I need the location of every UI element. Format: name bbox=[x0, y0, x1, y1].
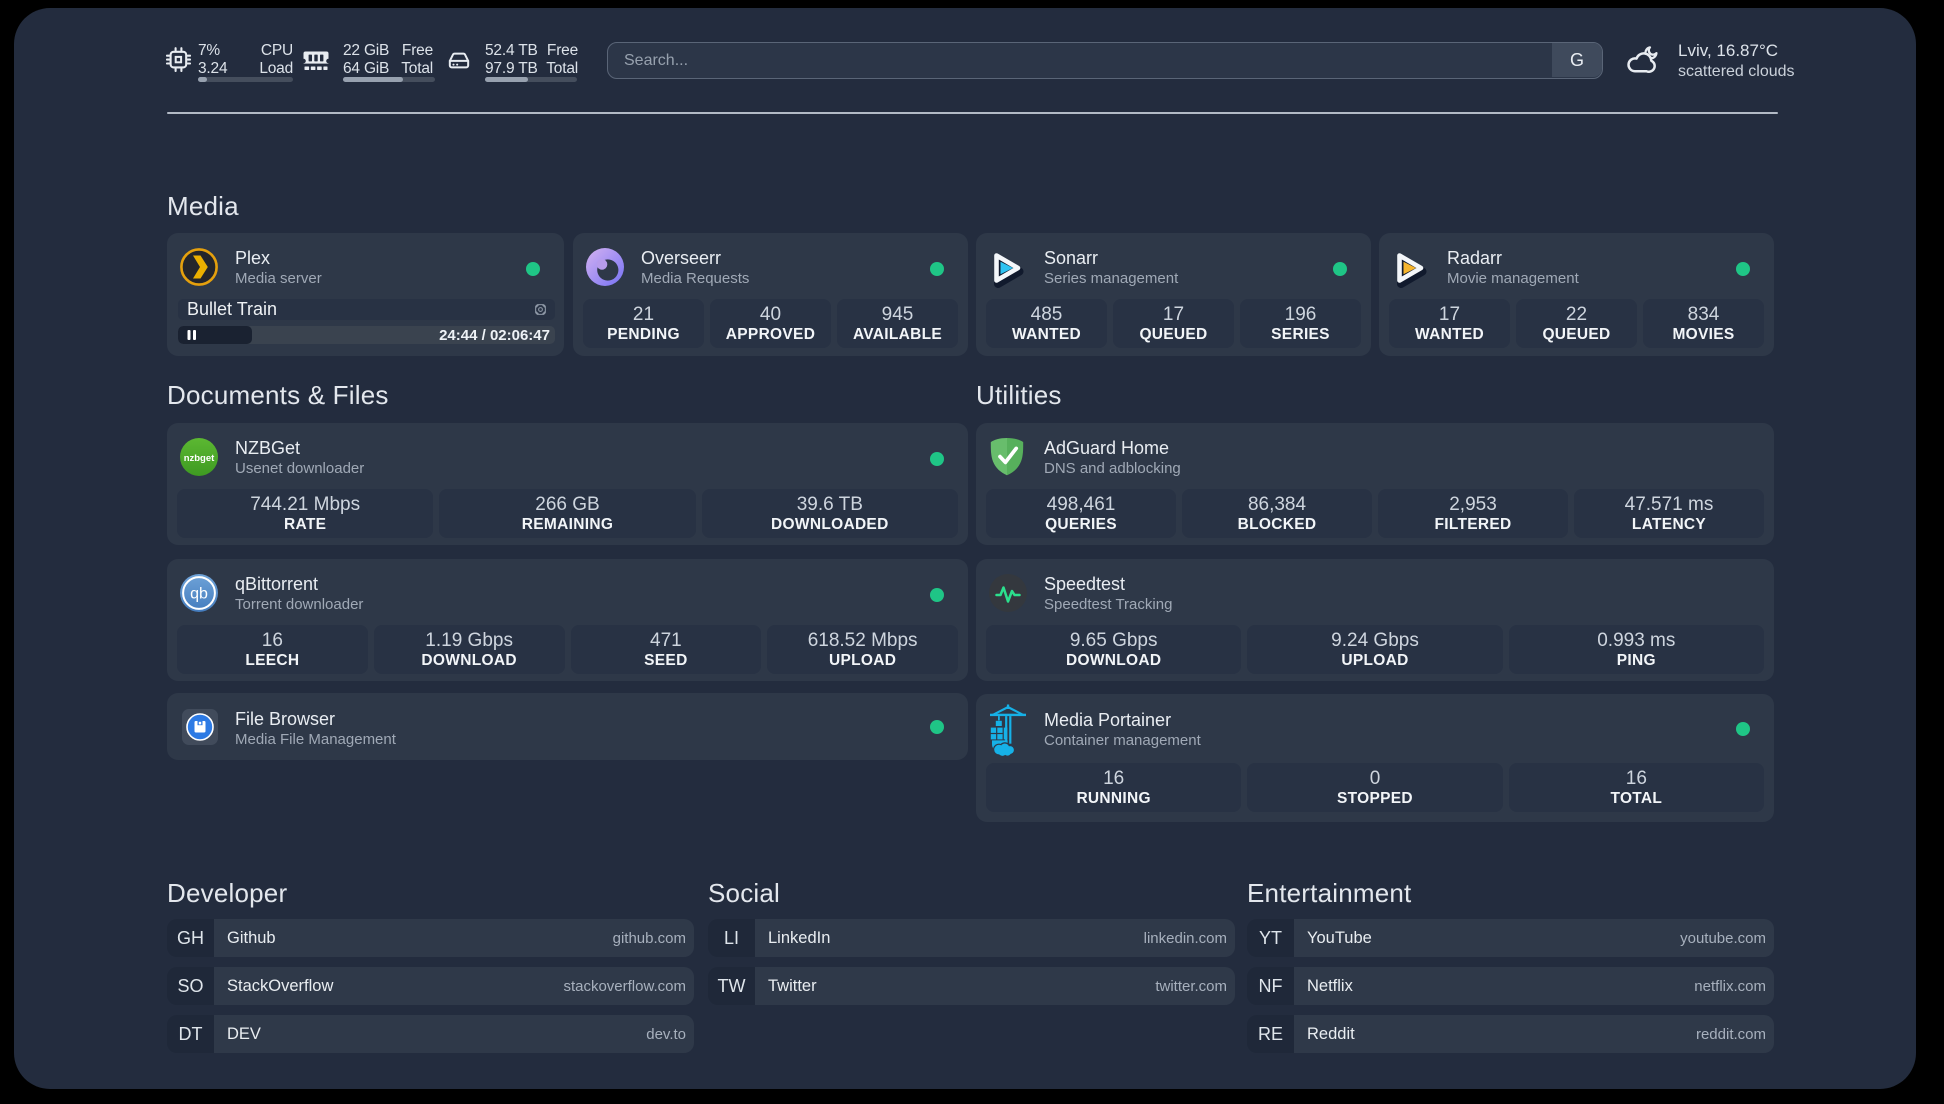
svg-text:nzbget: nzbget bbox=[184, 453, 215, 464]
svg-text:qb: qb bbox=[190, 586, 208, 603]
